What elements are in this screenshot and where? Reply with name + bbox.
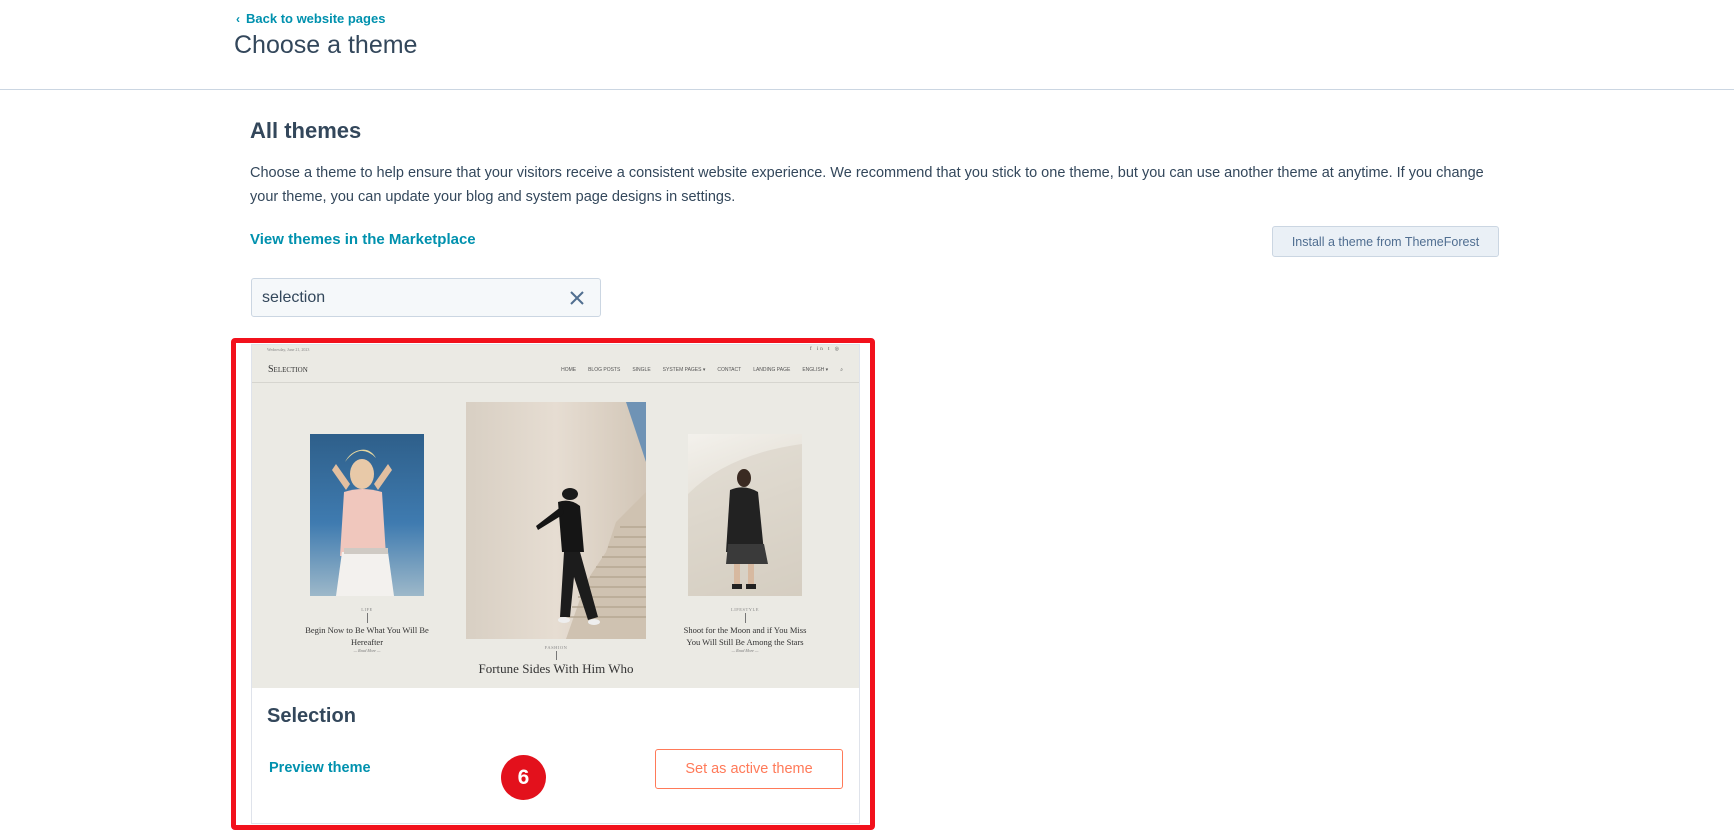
themes-description: Choose a theme to help ensure that your …	[250, 165, 1484, 205]
right-post-caption: LIFESTYLE Shoot for the Moon and if You …	[683, 607, 807, 653]
theme-thumbnail[interactable]: Wednesday, June 21, 2023 f in t ◎ Select…	[252, 345, 859, 688]
center-post-title: Fortune Sides With Him Who	[478, 661, 634, 676]
install-themeforest-button[interactable]: Install a theme from ThemeForest	[1272, 226, 1499, 257]
divider	[744, 613, 746, 623]
thumbnail-menu: HOME BLOG POSTS SINGLE SYSTEM PAGES ▾ CO…	[561, 367, 843, 373]
divider	[366, 613, 368, 623]
page: ‹ Back to website pages Choose a theme A…	[0, 0, 1734, 830]
left-post-title: Begin Now to Be What You Will Be Hereaft…	[305, 625, 429, 647]
thumbnail-menu-item: SYSTEM PAGES ▾	[662, 367, 706, 373]
thumbnail-nav: Selection HOME BLOG POSTS SINGLE SYSTEM …	[252, 355, 859, 383]
search-field	[251, 278, 601, 317]
back-link[interactable]: ‹ Back to website pages	[236, 11, 385, 26]
social-icons: f in t ◎	[809, 347, 841, 352]
thumbnail-menu-item: LANDING PAGE	[753, 367, 791, 373]
thumbnail-logo: Selection	[268, 364, 308, 375]
divider	[555, 651, 557, 660]
center-post-image	[466, 402, 646, 639]
section-heading: All themes	[250, 118, 362, 143]
thumbnail-topbar: Wednesday, June 21, 2023 f in t ◎	[252, 345, 859, 355]
theme-name: Selection	[267, 705, 356, 727]
marketplace-link[interactable]: View themes in the Marketplace	[250, 231, 476, 248]
left-post-image	[310, 434, 424, 596]
right-post-read-more: — Read More —	[731, 648, 759, 653]
center-post-category: FASHION	[544, 645, 568, 650]
left-post-category: LIFE	[361, 607, 373, 612]
thumbnail-menu-item: SINGLE	[632, 367, 651, 373]
search-input[interactable]	[262, 279, 562, 316]
thumbnail-menu-item: BLOG POSTS	[588, 367, 621, 373]
right-post-image	[688, 434, 802, 596]
thumbnail-menu-item: CONTACT	[717, 367, 742, 373]
thumbnail-menu-item: ENGLISH ▾	[802, 367, 829, 373]
set-active-theme-button[interactable]: Set as active theme	[655, 749, 843, 789]
left-post-read-more: — Read More —	[353, 648, 381, 653]
thumbnail-date: Wednesday, June 21, 2023	[267, 347, 310, 352]
thumbnail-menu-item: HOME	[561, 367, 577, 373]
left-post-read-more-label: Read More	[358, 648, 376, 653]
right-post-title: Shoot for the Moon and if You Miss You W…	[683, 625, 807, 647]
chevron-left-icon: ‹	[236, 11, 240, 26]
right-post-category: LIFESTYLE	[731, 607, 759, 612]
left-post-caption: LIFE Begin Now to Be What You Will Be He…	[305, 607, 429, 653]
page-header: ‹ Back to website pages Choose a theme	[0, 0, 1734, 90]
search-icon: ⌕	[840, 367, 843, 373]
back-link-label: Back to website pages	[246, 11, 386, 26]
preview-theme-link[interactable]: Preview theme	[269, 760, 371, 776]
page-title: Choose a theme	[234, 31, 418, 59]
close-icon[interactable]	[568, 289, 586, 307]
theme-card: Wednesday, June 21, 2023 f in t ◎ Select…	[251, 344, 860, 824]
step-number-badge: 6	[501, 755, 546, 800]
right-post-read-more-label: Read More	[736, 648, 754, 653]
center-post-caption: FASHION Fortune Sides With Him Who	[436, 645, 676, 677]
